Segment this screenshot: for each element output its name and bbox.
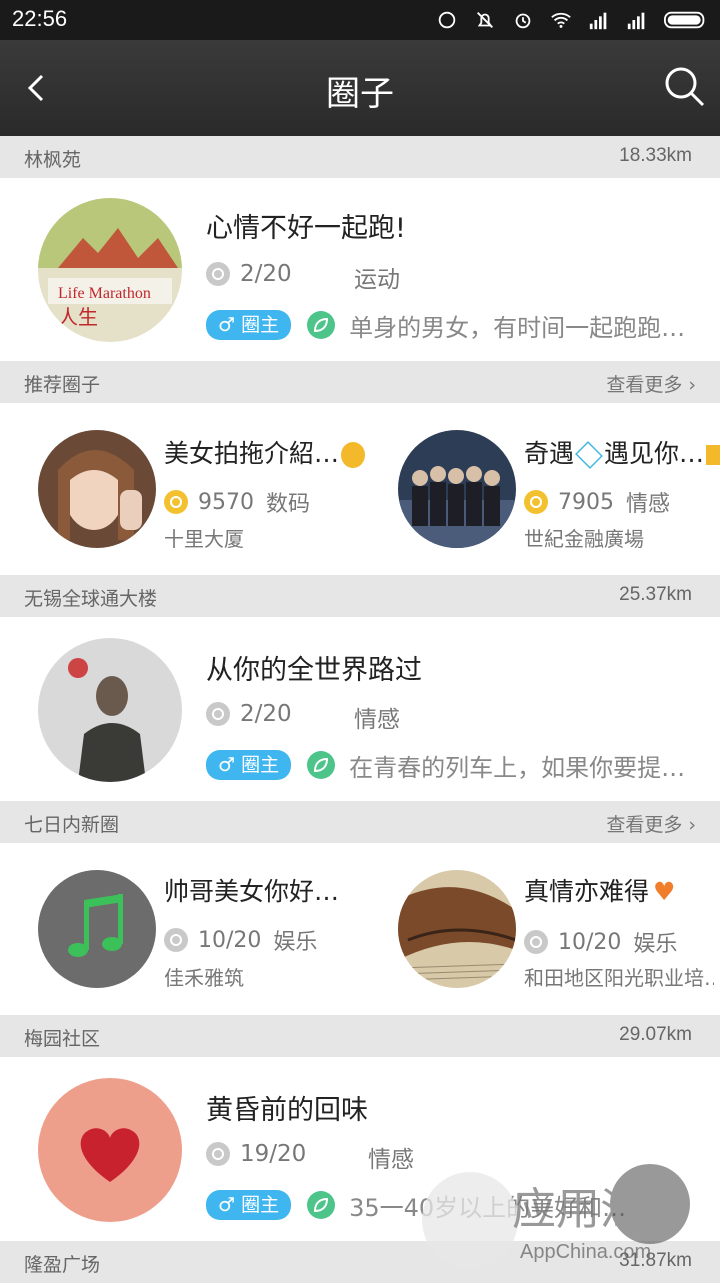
signal-icon <box>586 9 612 31</box>
heart-icon: ♥ <box>653 877 676 906</box>
hot-icon <box>164 490 188 514</box>
status-icons <box>434 6 710 34</box>
owner-badge: ♂ 圈主 <box>206 310 292 340</box>
signal-icon-2 <box>624 9 650 31</box>
circle-title: 从你的全世界路过 <box>206 655 422 686</box>
avatar <box>398 430 516 548</box>
members-icon <box>524 930 548 954</box>
watermark-text: AppChina.com <box>520 1241 651 1263</box>
leaf-icon <box>307 311 336 339</box>
section-location: 隆盈广场 <box>24 1254 101 1276</box>
recommended-meta: 7905 情感 <box>524 487 670 517</box>
avatar <box>398 870 516 988</box>
circle-title: 心情不好一起跑! <box>206 213 406 244</box>
section-header: 梅园社区 29.07km <box>0 1015 720 1057</box>
svg-text:Life Marathon: Life Marathon <box>58 285 151 302</box>
section-header: 无锡全球通大楼 25.37km <box>0 575 720 617</box>
members-count: 2/20 <box>240 261 292 287</box>
leaf-icon <box>307 751 336 779</box>
circle-category: 运动 <box>354 267 400 293</box>
circle-title: 黄昏前的回味 <box>206 1095 368 1126</box>
see-more-link[interactable]: 查看更多 › <box>606 810 696 837</box>
new-circles-header: 七日内新圈 查看更多 › <box>0 801 720 843</box>
circle-description: 在青春的列车上，如果你要提… <box>349 753 686 782</box>
wifi-icon <box>548 9 574 31</box>
see-more-link[interactable]: 查看更多 › <box>606 370 696 397</box>
new-circle-place: 佳禾雅筑 <box>164 966 244 990</box>
avatar: Life Marathon 人生 <box>38 198 182 342</box>
members-icon <box>206 262 230 286</box>
members-icon <box>206 702 230 726</box>
recommended-title: 奇遇 遇见你… <box>524 434 720 470</box>
recommended-place: 十里大厦 <box>164 527 244 551</box>
section-distance: 18.33km <box>619 145 692 166</box>
crown-icon <box>706 445 720 465</box>
watermark-brand: 应用汇 <box>512 1184 644 1235</box>
status-bar: 22:56 <box>0 0 720 40</box>
section-location: 梅园社区 <box>24 1028 101 1050</box>
circle-description: 单身的男女，有时间一起跑跑… <box>349 313 686 342</box>
avatar <box>38 430 156 548</box>
appchina-watermark: 应用汇 AppChina.com <box>400 1150 720 1280</box>
avatar <box>38 1078 182 1222</box>
avatar <box>38 638 182 782</box>
new-circle-meta: 10/20 娱乐 <box>164 925 317 955</box>
members-count: 2/20 <box>240 701 292 727</box>
recommended-title: 美女拍拖介紹… <box>164 434 366 470</box>
circle-desc-row: ♂ 圈主 单身的男女，有时间一起跑跑… <box>206 308 685 342</box>
leaf-icon <box>307 1191 336 1219</box>
owner-badge: ♂ 圈主 <box>206 1190 292 1220</box>
app-bar: 圈子 <box>0 40 720 136</box>
circle-members: 2/20 <box>206 699 292 729</box>
recommended-label: 推荐圈子 <box>24 374 101 396</box>
svg-text:人生: 人生 <box>58 305 98 329</box>
section-header: 林枫苑 18.33km <box>0 136 720 178</box>
search-icon[interactable] <box>660 62 708 110</box>
new-circle-title: 帅哥美女你好… <box>164 877 340 906</box>
circle-desc-row: ♂ 圈主 在青春的列车上，如果你要提… <box>206 748 685 782</box>
recommended-meta: 9570 数码 <box>164 487 310 517</box>
members-icon <box>206 1142 230 1166</box>
members-icon <box>164 928 188 952</box>
circle-members: 19/20 <box>206 1139 306 1169</box>
new-circle-place: 和田地区阳光职业培… <box>524 966 714 990</box>
new-circle-title: 真情亦难得 ♥ <box>524 877 676 906</box>
status-time: 22:56 <box>12 6 68 31</box>
diamond-icon <box>575 441 603 469</box>
new-circles-label: 七日内新圈 <box>24 814 120 836</box>
page-title: 圈子 <box>326 74 394 114</box>
section-distance: 29.07km <box>619 1024 692 1045</box>
members-count: 19/20 <box>240 1141 307 1167</box>
new-circle-meta: 10/20 娱乐 <box>524 927 677 957</box>
recommended-header: 推荐圈子 查看更多 › <box>0 361 720 403</box>
circle-category: 情感 <box>354 707 400 733</box>
owner-badge: ♂ 圈主 <box>206 750 292 780</box>
circle-members: 2/20 <box>206 259 292 289</box>
emoji-icon <box>341 442 366 468</box>
mute-icon <box>472 9 498 31</box>
hot-icon <box>524 490 548 514</box>
alarm-icon <box>510 9 536 31</box>
section-location: 林枫苑 <box>24 149 82 171</box>
sync-icon <box>434 9 460 31</box>
section-location: 无锡全球通大楼 <box>24 588 158 610</box>
section-distance: 25.37km <box>619 584 692 605</box>
avatar <box>38 870 156 988</box>
battery-icon <box>662 9 710 31</box>
recommended-place: 世紀金融廣場 <box>524 527 644 551</box>
